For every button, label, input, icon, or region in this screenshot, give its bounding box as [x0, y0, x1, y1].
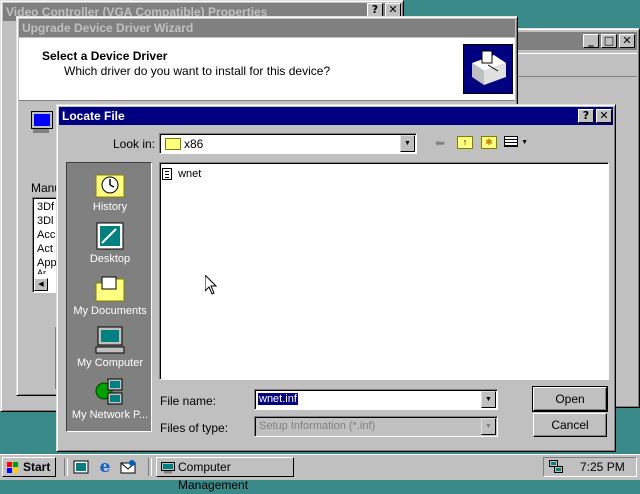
wizard-device-icon — [31, 111, 53, 137]
file-list[interactable]: wnet — [159, 162, 609, 380]
files-of-type-label: Files of type: — [160, 421, 229, 435]
list-item[interactable]: Act — [37, 243, 53, 255]
computer-management-icon — [161, 461, 175, 474]
places-my-network-label: My Network P... — [71, 409, 149, 421]
up-folder-icon[interactable]: ↑ — [457, 136, 473, 149]
chevron-down-icon[interactable]: ▼ — [400, 135, 415, 152]
wizard-subheading: Which driver do you want to install for … — [64, 64, 331, 78]
places-my-computer-label: My Computer — [76, 357, 144, 369]
internet-explorer-icon[interactable]: e — [96, 458, 114, 476]
file-name-label: File name: — [160, 394, 217, 408]
wizard-title: Upgrade Device Driver Wizard — [22, 21, 194, 35]
locate-file-title-bar[interactable]: Locate File — [59, 107, 613, 125]
wizard-title-bar[interactable]: Upgrade Device Driver Wizard — [19, 19, 515, 37]
start-label: Start — [23, 460, 51, 474]
list-scrollbar-left-button[interactable]: ◀ — [34, 278, 48, 291]
properties-close-button[interactable]: ✕ — [385, 3, 401, 17]
places-desktop-label: Desktop — [89, 253, 131, 265]
history-icon — [94, 169, 126, 199]
computer-management-close-button[interactable]: ✕ — [619, 34, 635, 48]
file-name-combo[interactable]: wnet.inf ▼ — [254, 389, 498, 410]
quick-launch-separator — [64, 458, 68, 476]
look-in-label: Look in: — [113, 137, 156, 151]
cancel-button-label: Cancel — [551, 418, 589, 432]
file-name-input[interactable]: wnet.inf — [257, 392, 299, 406]
quick-launch-separator — [148, 458, 152, 476]
open-button[interactable]: Open — [532, 386, 608, 412]
file-name-text: wnet — [178, 168, 202, 180]
chevron-down-icon: ▼ — [481, 418, 496, 435]
look-in-value: x86 — [184, 137, 204, 151]
my-computer-icon — [94, 325, 126, 355]
properties-help-button[interactable]: ? — [367, 3, 383, 17]
taskbar-item-label: Computer Management — [178, 460, 249, 492]
files-of-type-value: Setup Information (*.inf) — [259, 420, 376, 432]
places-desktop[interactable]: Desktop — [67, 221, 153, 265]
list-item[interactable]: 3Dl — [37, 215, 54, 227]
folder-icon — [165, 138, 181, 150]
new-folder-icon[interactable]: ✱ — [481, 136, 497, 149]
locate-file-close-button[interactable]: ✕ — [596, 109, 612, 123]
cancel-button[interactable]: Cancel — [533, 413, 607, 437]
places-my-network[interactable]: My Network P... — [67, 377, 153, 421]
system-tray: 7:25 PM — [543, 457, 637, 477]
computer-management-max-button[interactable]: □ — [601, 34, 617, 48]
locate-file-title: Locate File — [62, 109, 125, 123]
taskbar-clock[interactable]: 7:25 PM — [580, 460, 625, 474]
windows-logo-icon — [7, 461, 19, 473]
open-button-label: Open — [555, 392, 585, 406]
outlook-express-icon[interactable] — [120, 459, 136, 475]
list-item[interactable]: Acc — [37, 229, 55, 241]
start-button[interactable]: Start — [2, 457, 56, 477]
computer-management-min-button[interactable]: _ — [583, 34, 599, 48]
wizard-header: Select a Device Driver Which driver do y… — [19, 38, 515, 101]
back-arrow-icon[interactable]: ⬅ — [435, 137, 449, 149]
my-network-places-icon — [94, 377, 126, 407]
places-history-label: History — [92, 201, 128, 213]
places-bar: History Desktop My Documents My Computer… — [66, 162, 152, 432]
show-desktop-icon[interactable] — [73, 459, 89, 475]
wizard-heading: Select a Device Driver — [42, 49, 168, 63]
mouse-cursor-icon — [204, 273, 218, 295]
my-documents-icon — [94, 273, 126, 303]
places-my-computer[interactable]: My Computer — [67, 325, 153, 369]
wizard-hardware-icon — [463, 44, 513, 94]
taskbar-item-computer-management[interactable]: Computer Management — [156, 457, 294, 492]
places-my-documents[interactable]: My Documents — [67, 273, 153, 317]
places-my-documents-label: My Documents — [73, 305, 147, 317]
list-item[interactable]: wnet — [162, 167, 201, 181]
view-menu-icon[interactable]: ▼ — [504, 136, 528, 149]
chevron-down-icon[interactable]: ▼ — [481, 391, 496, 408]
desktop-icon — [94, 221, 126, 251]
locate-file-dialog: Locate File ? ✕ Look in: x86 ▼ ⬅ ↑ ✱ ▼ H… — [56, 104, 616, 452]
locate-file-help-button[interactable]: ? — [578, 109, 594, 123]
inf-file-icon — [162, 168, 172, 181]
places-history[interactable]: History — [67, 169, 153, 213]
files-of-type-combo: Setup Information (*.inf) ▼ — [254, 416, 498, 437]
list-item[interactable]: Ar — [37, 268, 46, 274]
computer-management-toolbar — [517, 53, 637, 77]
list-item[interactable]: 3Df — [37, 201, 54, 213]
network-tray-icon[interactable] — [549, 460, 563, 474]
look-in-dropdown[interactable]: x86 ▼ — [159, 133, 417, 154]
